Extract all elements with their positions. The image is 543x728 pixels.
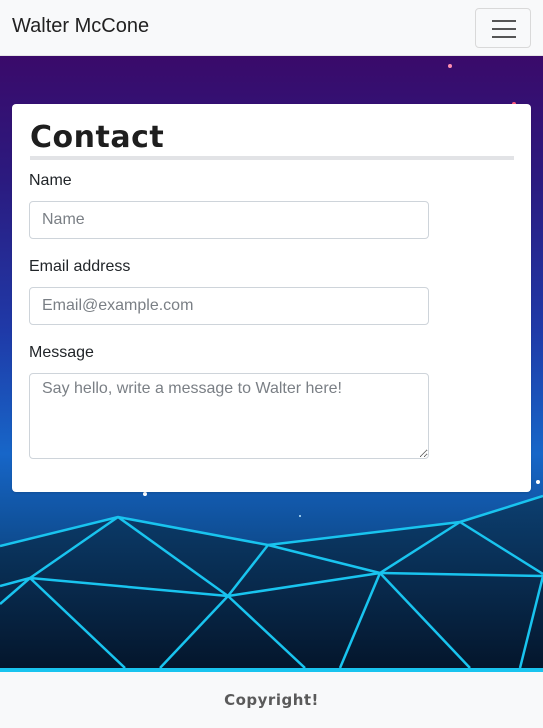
navbar: Walter McCone [0, 0, 543, 56]
email-label: Email address [29, 258, 131, 275]
star [536, 480, 540, 484]
footer: Copyright! [0, 672, 543, 728]
star [299, 515, 301, 517]
star [448, 64, 452, 68]
navbar-toggle-button[interactable] [475, 8, 531, 48]
name-label: Name [29, 172, 72, 189]
message-label: Message [29, 344, 94, 361]
brand-link[interactable]: Walter McCone [12, 15, 149, 38]
contact-title: Contact [30, 120, 165, 155]
star [143, 492, 147, 496]
message-textarea[interactable] [29, 373, 429, 459]
title-divider [30, 156, 514, 160]
email-input[interactable] [29, 287, 429, 325]
copyright-text: Copyright! [224, 691, 319, 709]
contact-card: Contact Name Email address Message [12, 104, 531, 492]
name-input[interactable] [29, 201, 429, 239]
